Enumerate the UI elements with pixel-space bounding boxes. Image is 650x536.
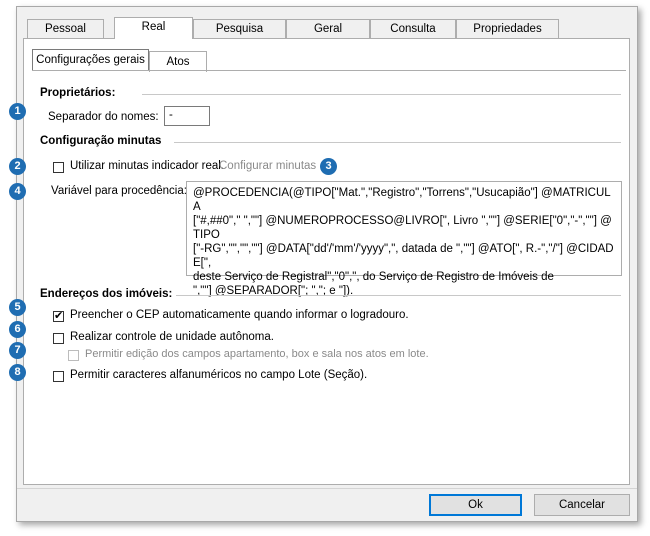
permitir-edicao-label: Permitir edição dos campos apartamento, … [85,348,429,360]
tab-propriedades[interactable]: Propriedades [456,19,559,38]
section-rule [142,94,621,95]
utilizar-minutas-checkbox[interactable] [53,162,64,173]
callout-badge-4: 4 [9,183,26,200]
utilizar-minutas-label: Utilizar minutas indicador real. [70,160,225,172]
tab-real[interactable]: Real [114,17,193,39]
preencher-cep-checkbox[interactable] [53,309,64,322]
real-tab-panel: Configurações gerais Atos Proprietários:… [23,38,630,485]
ok-button[interactable]: Ok [429,494,522,516]
tab-geral[interactable]: Geral [286,19,370,38]
separador-label: Separador do nomes: [48,111,159,123]
section-rule [176,295,621,296]
callout-badge-1: 1 [9,103,26,120]
alfanumericos-lote-checkbox[interactable] [53,371,64,382]
callout-badge-5: 5 [9,299,26,316]
alfanumericos-lote-label: Permitir caracteres alfanuméricos no cam… [70,369,368,381]
callout-badge-2: 2 [9,158,26,175]
preencher-cep-label: Preencher o CEP automaticamente quando i… [70,309,409,321]
main-tabstrip: Pessoal Real Pesquisa Geral Consulta Pro… [17,17,637,39]
separador-input[interactable]: - [164,106,210,126]
section-enderecos-title: Endereços dos imóveis: [40,288,173,300]
section-proprietarios-title: Proprietários: [40,87,116,99]
subtab-configuracoes-gerais[interactable]: Configurações gerais [32,49,149,71]
settings-dialog: Pessoal Real Pesquisa Geral Consulta Pro… [16,6,638,522]
callout-badge-8: 8 [9,364,26,381]
callout-badge-3: 3 [320,158,337,175]
variavel-procedencia-textarea[interactable]: @PROCEDENCIA(@TIPO["Mat.","Registro","To… [186,181,622,297]
configurar-minutas-button[interactable]: Configurar minutas [219,160,316,172]
subtab-divider [32,70,626,71]
tab-pesquisa[interactable]: Pesquisa [193,19,286,38]
variavel-procedencia-label: Variável para procedência: [51,185,187,197]
tab-consulta[interactable]: Consulta [370,19,456,38]
controle-unidade-label: Realizar controle de unidade autônoma. [70,331,274,343]
callout-badge-6: 6 [9,321,26,338]
subtab-atos[interactable]: Atos [149,51,207,72]
section-minutas-title: Configuração minutas [40,135,162,147]
tab-pessoal[interactable]: Pessoal [27,19,104,38]
section-rule [174,142,621,143]
callout-badge-7: 7 [9,342,26,359]
cancel-button[interactable]: Cancelar [534,494,630,516]
permitir-edicao-checkbox[interactable] [68,350,79,361]
footer-divider [17,488,637,489]
controle-unidade-checkbox[interactable] [53,333,64,344]
